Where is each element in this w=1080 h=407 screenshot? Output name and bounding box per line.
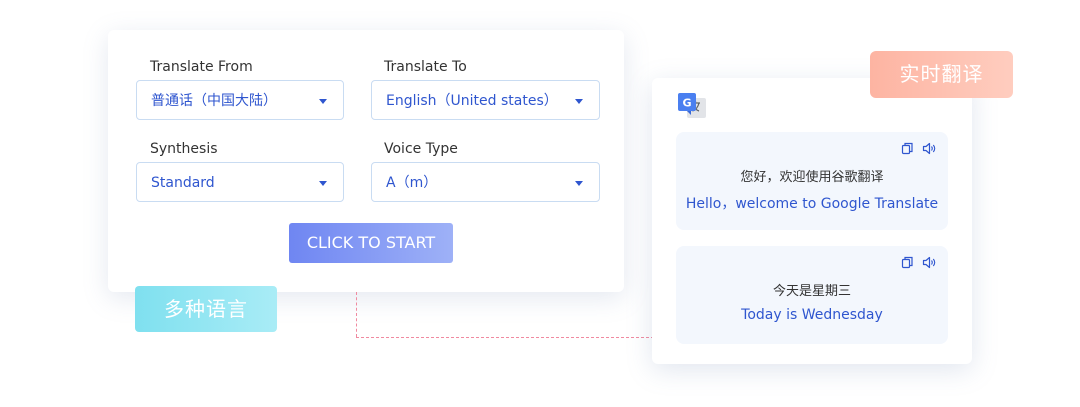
svg-text:G: G xyxy=(682,97,691,110)
translate-from-select[interactable]: 普通话（中国大陆） xyxy=(136,80,344,120)
copy-icon[interactable] xyxy=(901,256,914,269)
caret-down-icon xyxy=(319,99,327,104)
translate-to-select[interactable]: English（United states） xyxy=(371,80,600,120)
caret-down-icon xyxy=(575,181,583,186)
voice-type-select[interactable]: A（m） xyxy=(371,162,600,202)
translated-text: Hello，welcome to Google Translate xyxy=(685,196,939,212)
translate-from-value: 普通话（中国大陆） xyxy=(151,93,277,109)
realtime-translation-badge: 实时翻译 xyxy=(870,51,1013,98)
voice-type-label: Voice Type xyxy=(384,141,458,157)
translate-from-label: Translate From xyxy=(150,59,253,75)
multi-language-badge: 多种语言 xyxy=(135,286,277,332)
source-text: 您好，欢迎使用谷歌翻译 xyxy=(740,170,884,185)
translate-to-value: English（United states） xyxy=(386,93,558,109)
caret-down-icon xyxy=(575,99,583,104)
connector-line-horizontal xyxy=(356,337,664,338)
translation-item: 今天是星期三 Today is Wednesday xyxy=(676,246,948,344)
copy-icon[interactable] xyxy=(901,142,914,155)
speaker-icon[interactable] xyxy=(922,256,936,269)
translation-item: 您好，欢迎使用谷歌翻译 Hello，welcome to Google Tran… xyxy=(676,132,948,230)
connector-line-vertical xyxy=(356,292,357,337)
synthesis-value: Standard xyxy=(151,175,215,191)
click-to-start-button[interactable]: CLICK TO START xyxy=(289,223,453,263)
google-translate-icon: G xyxy=(677,92,707,120)
voice-type-value: A（m） xyxy=(386,175,438,191)
source-text: 今天是星期三 xyxy=(772,284,851,299)
caret-down-icon xyxy=(319,181,327,186)
translated-text: Today is Wednesday xyxy=(741,307,883,323)
synthesis-label: Synthesis xyxy=(150,141,218,157)
synthesis-select[interactable]: Standard xyxy=(136,162,344,202)
speaker-icon[interactable] xyxy=(922,142,936,155)
translate-to-label: Translate To xyxy=(384,59,467,75)
